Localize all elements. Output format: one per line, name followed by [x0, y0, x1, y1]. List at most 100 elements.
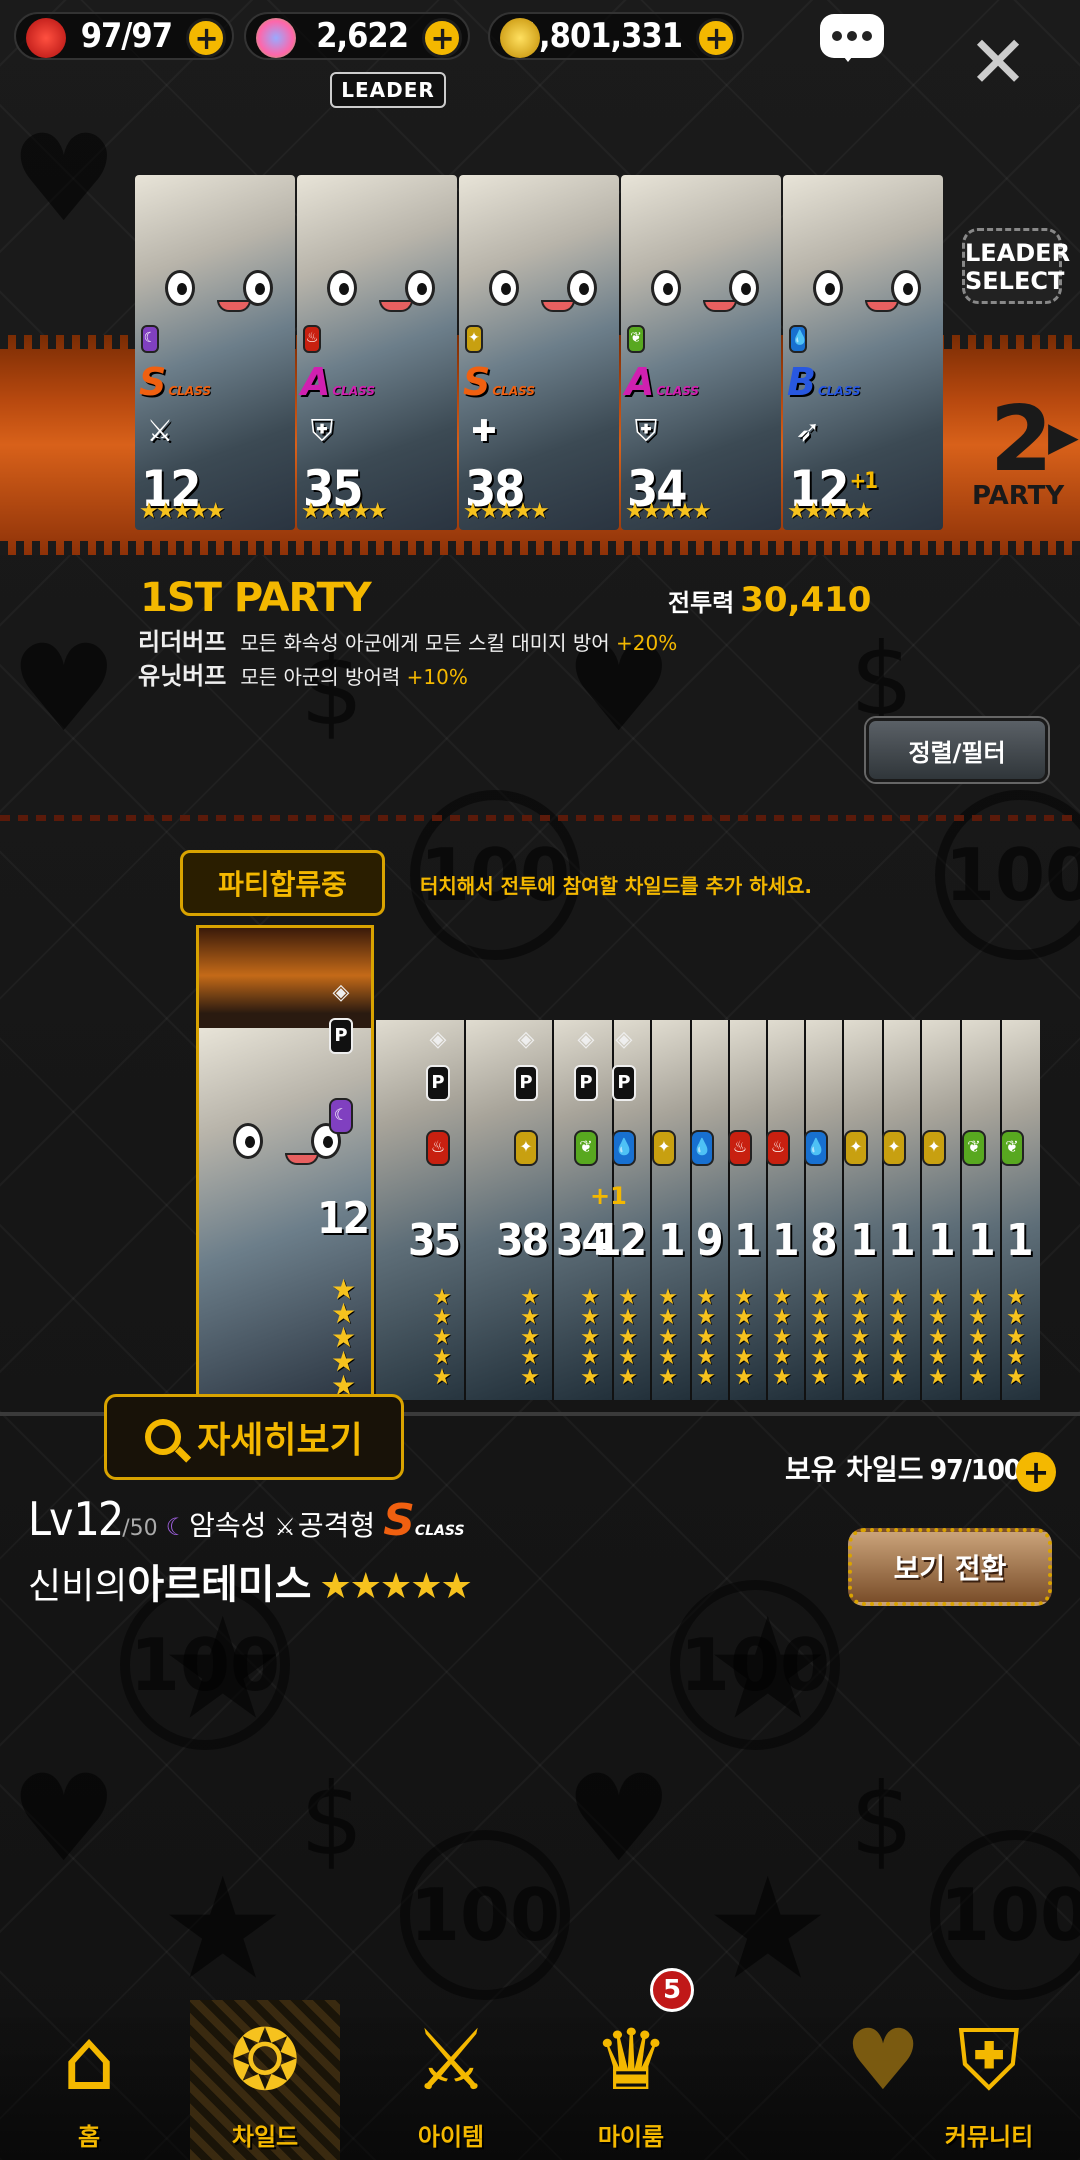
bg-100-icon: 100: [670, 1580, 840, 1750]
role-icon: ⛨: [310, 414, 334, 449]
party-card[interactable]: ☾ S CLASS ⚔ 12 ★★★★★: [135, 175, 295, 530]
chat-icon[interactable]: [820, 14, 884, 62]
party-badge: P: [426, 1065, 450, 1101]
eye: [165, 270, 195, 306]
add-gems-button[interactable]: +: [422, 18, 462, 58]
class-suffix: CLASS: [332, 384, 376, 398]
add-slot-button[interactable]: +: [1016, 1452, 1056, 1492]
selected-child-info: Lv 12 /50 ☾ 암속성 ⚔ 공격형 SCLASS: [28, 1492, 465, 1546]
bg-100-icon: 100: [930, 1830, 1080, 2000]
bg-star-icon: ★: [705, 1848, 831, 2011]
element-icon: 💧: [612, 1130, 636, 1166]
card-stars: ★★★★★: [139, 499, 226, 524]
roster-stars: ★ ★ ★ ★ ★: [928, 1285, 948, 1390]
hearts-value: 97/97: [80, 16, 173, 56]
roster-level: 1: [968, 1215, 996, 1266]
leader-tag: LEADER: [330, 72, 446, 108]
sword-shield-icon: ⚔: [413, 2011, 489, 2109]
role-icon: ⛨: [634, 414, 658, 449]
class-letter: B: [787, 360, 816, 404]
element-icon: ✦: [844, 1130, 868, 1166]
child-face: [165, 270, 275, 312]
party-card[interactable]: 💧 B CLASS ➶ 12+1 ★★★★★: [783, 175, 943, 530]
light-element-icon: ✦: [465, 325, 483, 353]
close-icon[interactable]: ✕: [966, 26, 1030, 98]
element-icon: 💧: [690, 1130, 714, 1166]
dark-element-icon: ☾: [329, 1098, 353, 1134]
owned-count: 97/100: [929, 1453, 1022, 1486]
party-title: 1ST PARTY: [140, 575, 372, 621]
eye: [489, 270, 519, 306]
selected-stars: ★ ★ ★ ★ ★: [331, 1273, 357, 1402]
mouth: [379, 300, 413, 312]
nav-myroom[interactable]: ♛ 마이룸: [556, 2000, 706, 2160]
combat-power: 전투력 30,410: [668, 580, 871, 620]
bg-heart-icon: ♥: [565, 1750, 673, 1889]
role-icon: ➶: [795, 414, 821, 449]
party-badge: P: [612, 1065, 636, 1101]
card-plus: +1: [849, 469, 878, 495]
card-stars: ★★★★★: [787, 499, 874, 524]
selected-child-card[interactable]: ◈ P ☾ 12 ★ ★ ★ ★ ★: [196, 925, 374, 1405]
class-badge: S CLASS: [463, 360, 535, 404]
class-letter: A: [301, 360, 331, 404]
mouth: [865, 300, 899, 312]
nav-item-label: 아이템: [417, 2123, 485, 2151]
roster-level: 12: [594, 1215, 647, 1266]
mouth: [703, 300, 737, 312]
bg-dollar-icon: $: [850, 621, 914, 738]
app-root: { "topbar": { "hearts": "97/97", "gems":…: [0, 0, 1080, 2160]
nav-child[interactable]: ❂ 차일드: [190, 2000, 340, 2160]
party-joining-button[interactable]: 파티합류중: [180, 850, 385, 916]
gems-value: 2,622: [316, 16, 409, 56]
diamond-icon: ◈: [332, 980, 350, 1005]
party-switch[interactable]: 2 ▶ PARTY: [972, 395, 1079, 510]
detail-view-button[interactable]: 자세히보기: [104, 1394, 404, 1480]
leader-select-button[interactable]: LEADER SELECT: [962, 228, 1070, 304]
home-icon: ⌂: [62, 2011, 116, 2109]
roster-level: 1: [658, 1215, 686, 1266]
party-card[interactable]: ❦ A CLASS ⛨ 34 ★★★★★: [621, 175, 781, 530]
child-name: 아르테미스: [127, 1562, 312, 1608]
roster-stars: ★ ★ ★ ★ ★: [968, 1285, 988, 1390]
gems-counter: 2,622 +: [244, 12, 470, 60]
roster-stars: ★ ★ ★ ★ ★: [810, 1285, 830, 1390]
class-badge: A CLASS: [301, 360, 375, 404]
attack-role-icon: ⚔: [274, 1513, 296, 1541]
card-stars: ★★★★★: [625, 499, 712, 524]
party-card[interactable]: ♨ A CLASS ⛨ 35 ★★★★★: [297, 175, 457, 530]
child-class: SCLASS: [383, 1495, 464, 1546]
leader-buff-value: +20%: [616, 631, 678, 655]
roster-stars: ★ ★ ★ ★ ★: [658, 1285, 678, 1390]
nav-community[interactable]: ⛨ 커뮤니티: [914, 2000, 1064, 2160]
nav-item[interactable]: ⚔ 아이템: [376, 2000, 526, 2160]
unit-buff-value: +10%: [406, 665, 468, 689]
view-switch-button[interactable]: 보기 전환: [848, 1528, 1052, 1606]
child-level: 12: [73, 1492, 125, 1546]
party-badge: P: [329, 1018, 353, 1054]
nav-home[interactable]: ⌂ 홈: [14, 2000, 164, 2160]
nav-myroom-label: 마이룸: [597, 2123, 665, 2151]
crown-icon: ♛: [593, 2011, 669, 2109]
class-letter: A: [625, 360, 655, 404]
role-icon: ⚔: [146, 414, 174, 449]
add-hearts-button[interactable]: +: [186, 18, 226, 58]
child-element: 암속성: [189, 1509, 267, 1542]
party-number: 2: [990, 387, 1053, 492]
diamond-icon: ◈: [577, 1027, 595, 1052]
add-gold-button[interactable]: +: [696, 18, 736, 58]
combat-power-value: 30,410: [740, 580, 872, 620]
party-card[interactable]: ✦ S CLASS ✚ 38 ★★★★★: [459, 175, 619, 530]
gold-value: 1,801,331: [518, 16, 683, 56]
roster-level: 1: [772, 1215, 800, 1266]
dark-element-icon: ☾: [141, 325, 159, 353]
heart-icon: [26, 18, 66, 58]
sort-filter-button[interactable]: 정렬/필터: [866, 718, 1048, 782]
shield-icon: ⛨: [957, 2011, 1021, 2109]
combat-power-label: 전투력: [668, 589, 735, 617]
roster-plus: +1: [590, 1182, 627, 1210]
bg-heart-icon: ♥: [10, 1750, 118, 1889]
mouth: [217, 300, 251, 312]
element-icon: ✦: [652, 1130, 676, 1166]
owned-children: 보유 차일드 97/100: [785, 1448, 1022, 1488]
